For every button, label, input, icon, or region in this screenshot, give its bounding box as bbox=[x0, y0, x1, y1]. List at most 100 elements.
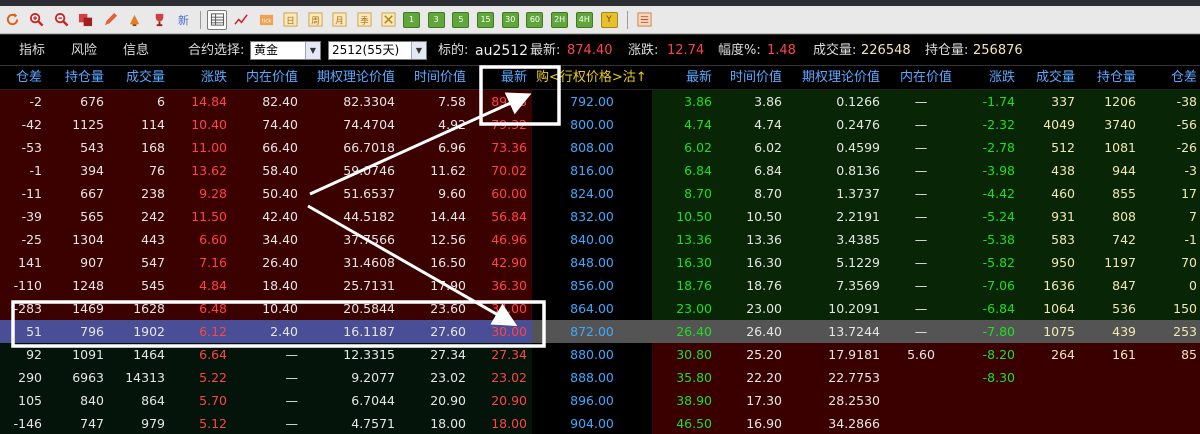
call-last-price[interactable]: 79.32 bbox=[478, 113, 527, 136]
put-last-price[interactable]: 3.86 bbox=[652, 90, 712, 113]
option-row[interactable]: 290 6963 14313 5.22 — 9.2077 23.02 23.02 888.00 3… bbox=[0, 366, 1200, 389]
column-header[interactable]: 成交量 bbox=[1022, 66, 1075, 90]
column-header[interactable]: 期权理论价值 bbox=[306, 66, 395, 90]
option-row[interactable]: -42 1125 114 10.40 74.40 74.4704 4.92 79.32 800.… bbox=[0, 113, 1200, 136]
column-header[interactable]: 持仓量 bbox=[48, 66, 104, 90]
call-last-price[interactable]: 30.00 bbox=[478, 320, 527, 343]
table-icon[interactable] bbox=[207, 9, 227, 30]
copy-icon[interactable] bbox=[76, 10, 96, 30]
call-last-price[interactable]: 23.02 bbox=[478, 366, 527, 389]
option-row[interactable]: -25 1304 443 6.60 34.40 37.7566 12.56 46.96 840.… bbox=[0, 228, 1200, 251]
strike-column-header[interactable]: 购<行权价格>沽↑ bbox=[536, 66, 648, 90]
option-row[interactable]: 51 796 1902 6.12 2.40 16.1187 27.60 30.00 872.00… bbox=[0, 320, 1200, 343]
put-last-price[interactable]: 35.80 bbox=[652, 366, 712, 389]
call-last-price[interactable]: 20.90 bbox=[478, 389, 527, 412]
period-3-icon[interactable]: 3 bbox=[427, 11, 445, 28]
column-header[interactable]: 时间价值 bbox=[722, 66, 782, 90]
option-row[interactable]: -11 667 238 9.28 50.40 51.6537 9.60 60.00 824.00… bbox=[0, 182, 1200, 205]
option-row[interactable]: -2 676 6 14.84 82.40 82.3304 7.58 89.98 792.00 3.… bbox=[0, 90, 1200, 113]
call-last-price[interactable]: 27.34 bbox=[478, 343, 527, 366]
column-header[interactable]: 时间价值 bbox=[403, 66, 466, 90]
option-row[interactable]: -1 394 76 13.62 58.40 59.0746 11.62 70.02 816.00… bbox=[0, 159, 1200, 182]
cross-icon[interactable] bbox=[379, 10, 399, 30]
column-header[interactable]: 仓差 bbox=[1145, 66, 1197, 90]
call-intrinsic-value: 26.40 bbox=[262, 255, 298, 270]
period-30-icon[interactable]: 30 bbox=[501, 11, 519, 28]
column-header[interactable]: 涨跌 bbox=[960, 66, 1015, 90]
tick-chart-icon[interactable]: tick bbox=[256, 10, 276, 30]
put-last-price[interactable]: 38.90 bbox=[652, 389, 712, 412]
line-chart-icon[interactable] bbox=[232, 10, 252, 30]
option-row[interactable]: -146 747 979 5.12 — 4.7571 18.00 18.00 904.00 46.… bbox=[0, 412, 1200, 434]
put-last-price[interactable]: 18.76 bbox=[652, 274, 712, 297]
option-row[interactable]: -283 1469 1628 6.48 10.40 20.5844 23.60 34.00 86… bbox=[0, 297, 1200, 320]
period-1-icon[interactable]: 1 bbox=[403, 11, 420, 28]
chevron-down-icon[interactable]: ▼ bbox=[305, 42, 320, 59]
extra-icon[interactable] bbox=[634, 10, 654, 30]
call-last-price[interactable]: 34.00 bbox=[478, 297, 527, 320]
column-header[interactable]: 最新 bbox=[478, 66, 527, 90]
quarterly-chart-icon[interactable]: 季 bbox=[354, 10, 374, 30]
column-header[interactable]: 仓差 bbox=[0, 66, 42, 90]
call-last-price[interactable]: 73.36 bbox=[478, 136, 527, 159]
put-last-price[interactable]: 6.84 bbox=[652, 159, 712, 182]
call-last-price[interactable]: 42.90 bbox=[478, 251, 527, 274]
put-last-price[interactable]: 8.70 bbox=[652, 182, 712, 205]
period-2h-icon[interactable]: 2H bbox=[551, 11, 569, 28]
period-year-icon[interactable]: Y bbox=[600, 11, 618, 28]
call-last-price[interactable]: 18.00 bbox=[478, 412, 527, 434]
put-last-price[interactable]: 30.80 bbox=[652, 343, 712, 366]
put-last-price[interactable]: 16.30 bbox=[652, 251, 712, 274]
call-last-price[interactable]: 89.98 bbox=[478, 90, 527, 113]
contract-select[interactable]: 黄金 ▼ bbox=[250, 41, 321, 60]
option-row[interactable]: 105 840 864 5.70 — 6.7044 20.90 20.90 896.00 38.9… bbox=[0, 389, 1200, 412]
column-header[interactable]: 持仓量 bbox=[1080, 66, 1136, 90]
option-row[interactable]: -53 543 168 11.00 66.40 66.7018 6.96 73.36 808.0… bbox=[0, 136, 1200, 159]
put-last-price[interactable]: 46.50 bbox=[652, 412, 712, 434]
period-15-icon[interactable]: 15 bbox=[477, 11, 495, 28]
put-last-price[interactable]: 13.36 bbox=[652, 228, 712, 251]
call-last-price[interactable]: 70.02 bbox=[478, 159, 527, 182]
put-last-price[interactable]: 10.50 bbox=[652, 205, 712, 228]
column-header[interactable]: 内在价值 bbox=[890, 66, 952, 90]
monthly-chart-icon[interactable]: 月 bbox=[330, 10, 350, 30]
put-last-price[interactable]: 26.40 bbox=[652, 320, 712, 343]
column-header[interactable]: 期权理论价值 bbox=[790, 66, 880, 90]
weekly-chart-icon[interactable]: 周 bbox=[305, 10, 325, 30]
option-row[interactable]: -39 565 242 11.50 42.40 44.5182 14.44 56.84 832.… bbox=[0, 205, 1200, 228]
call-last-price[interactable]: 56.84 bbox=[478, 205, 527, 228]
call-oi-change: -39 bbox=[21, 209, 42, 224]
put-last-price[interactable]: 6.02 bbox=[652, 136, 712, 159]
tab-info[interactable]: 信息 bbox=[123, 35, 149, 67]
column-header[interactable]: 最新 bbox=[652, 66, 712, 90]
period-5-icon[interactable]: 5 bbox=[452, 11, 470, 28]
column-header[interactable]: 内在价值 bbox=[233, 66, 298, 90]
period-4h-icon[interactable]: 4H bbox=[575, 11, 593, 28]
new-icon[interactable]: 新 bbox=[174, 10, 194, 30]
put-intrinsic-value: — bbox=[914, 94, 928, 109]
refresh-icon[interactable] bbox=[2, 10, 22, 30]
column-header[interactable]: 成交量 bbox=[108, 66, 165, 90]
trophy-icon[interactable] bbox=[149, 10, 169, 30]
paint-icon[interactable] bbox=[125, 10, 145, 30]
draw-pen-icon[interactable] bbox=[100, 10, 120, 30]
call-last-price[interactable]: 60.00 bbox=[478, 182, 527, 205]
option-row[interactable]: -110 1248 545 4.84 18.40 25.7131 17.90 36.30 856… bbox=[0, 274, 1200, 297]
zoom-out-icon[interactable] bbox=[51, 10, 71, 30]
column-header[interactable]: 涨跌 bbox=[172, 66, 227, 90]
expiry-select[interactable]: 2512(55天) ▼ bbox=[328, 41, 427, 60]
put-oi-change: -3 bbox=[1184, 163, 1197, 178]
option-row[interactable]: 141 907 547 7.16 26.40 31.4608 16.50 42.90 848.0… bbox=[0, 251, 1200, 274]
put-last-price[interactable]: 23.00 bbox=[652, 297, 712, 320]
put-last-price[interactable]: 4.74 bbox=[652, 113, 712, 136]
call-intrinsic-value: 18.40 bbox=[262, 278, 298, 293]
option-row[interactable]: 92 1091 1464 6.64 — 12.3315 27.34 27.34 880.00 30… bbox=[0, 343, 1200, 366]
daily-chart-icon[interactable]: 日 bbox=[281, 10, 301, 30]
tab-risk[interactable]: 风险 bbox=[71, 35, 97, 67]
call-last-price[interactable]: 46.96 bbox=[478, 228, 527, 251]
chevron-down-icon[interactable]: ▼ bbox=[411, 42, 426, 59]
tab-indicators[interactable]: 指标 bbox=[19, 35, 45, 67]
period-60-icon[interactable]: 60 bbox=[526, 11, 544, 28]
zoom-in-icon[interactable] bbox=[27, 10, 47, 30]
call-last-price[interactable]: 36.30 bbox=[478, 274, 527, 297]
